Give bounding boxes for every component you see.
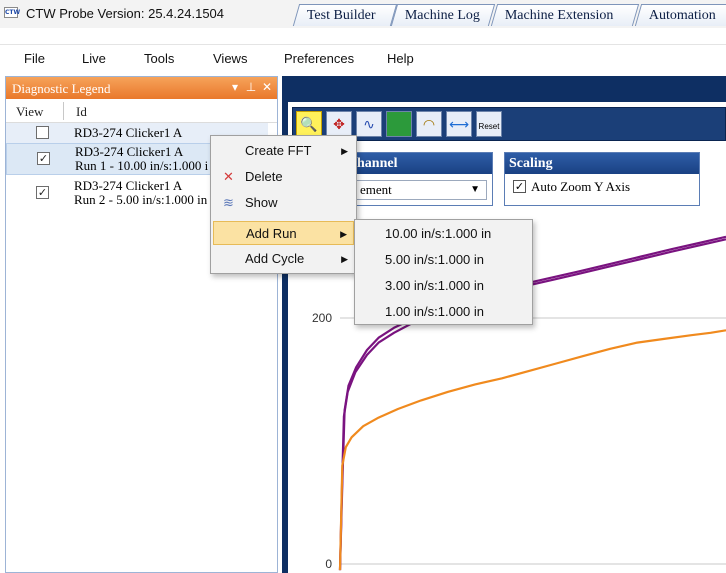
menu-item-add-cycle[interactable]: Add Cycle ▶: [213, 247, 354, 271]
fill-icon[interactable]: [386, 111, 412, 137]
waveform-icon[interactable]: ∿: [356, 111, 382, 137]
menu-bar: File Live Tools Views Preferences Help: [0, 44, 726, 70]
app-logo-icon: CTW: [4, 7, 21, 18]
menu-item-delete[interactable]: ✕ Delete: [213, 165, 354, 189]
zoom-icon[interactable]: 🔍: [296, 111, 322, 137]
menu-help[interactable]: Help: [387, 51, 414, 66]
menu-file[interactable]: File: [24, 51, 45, 66]
menu-tools[interactable]: Tools: [144, 51, 174, 66]
view-checkbox[interactable]: ✓: [36, 186, 49, 199]
protractor-icon[interactable]: ◠: [416, 111, 442, 137]
menu-preferences[interactable]: Preferences: [284, 51, 354, 66]
menu-views[interactable]: Views: [213, 51, 247, 66]
horizontal-arrows-icon[interactable]: ⟷: [446, 111, 472, 137]
scaling-group: Scaling ✓ Auto Zoom Y Axis: [504, 152, 700, 206]
tab-machine-extension[interactable]: Machine Extension: [490, 4, 640, 26]
pin-icon[interactable]: ⊥: [244, 78, 258, 96]
tab-test-builder[interactable]: Test Builder: [292, 4, 398, 26]
add-run-option-label: 10.00 in/s:1.000 in: [385, 226, 492, 241]
dropdown-icon[interactable]: ▾: [228, 78, 242, 96]
submenu-arrow-icon: ▶: [341, 146, 348, 156]
chevron-down-icon: ▼: [470, 184, 480, 195]
menu-item-show[interactable]: ≋ Show: [213, 191, 354, 215]
add-run-option[interactable]: 1.00 in/s:1.000 in: [357, 299, 530, 325]
legend-header: Diagnostic Legend ▾ ⊥ ✕: [6, 77, 277, 99]
auto-zoom-checkbox[interactable]: ✓: [513, 180, 526, 193]
window-title: CTW Probe Version: 25.4.24.1504: [26, 6, 225, 21]
menu-item-add-run[interactable]: Add Run ▶: [213, 221, 354, 245]
waveform-icon: ≋: [223, 195, 234, 210]
channel-select-value: ement: [360, 182, 392, 197]
tab-machine-log[interactable]: Machine Log: [390, 4, 496, 26]
menu-item-create-fft[interactable]: Create FFT ▶: [213, 139, 354, 163]
view-checkbox[interactable]: ✓: [37, 152, 50, 165]
auto-zoom-label: Auto Zoom Y Axis: [531, 179, 631, 194]
y-tick-label: 0: [325, 557, 332, 571]
view-checkbox[interactable]: [36, 126, 49, 139]
y-tick-label: 200: [312, 311, 332, 325]
column-separator[interactable]: [63, 102, 64, 120]
delete-x-icon: ✕: [223, 169, 234, 184]
column-view[interactable]: View: [16, 104, 43, 120]
column-id[interactable]: Id: [76, 104, 87, 120]
submenu-arrow-icon: ▶: [341, 254, 348, 264]
close-icon[interactable]: ✕: [260, 78, 274, 96]
legend-row-id-line1: RD3-274 Clicker1 A: [74, 178, 183, 193]
add-run-option-label: 5.00 in/s:1.000 in: [385, 252, 485, 267]
legend-row-id-line2: Run 1 - 10.00 in/s:1.000 i: [75, 158, 209, 173]
legend-column-headers: View Id: [6, 99, 277, 123]
series-line-3: [338, 329, 726, 571]
legend-title: Diagnostic Legend: [12, 81, 111, 96]
menu-live[interactable]: Live: [82, 51, 106, 66]
add-run-option-label: 3.00 in/s:1.000 in: [385, 278, 485, 293]
legend-row-id-line2: Run 2 - 5.00 in/s:1.000 in: [74, 192, 208, 207]
legend-row-id-line1: RD3-274 Clicker1 A: [74, 125, 183, 140]
add-run-option-label: 1.00 in/s:1.000 in: [385, 304, 485, 319]
add-run-option[interactable]: 3.00 in/s:1.000 in: [357, 273, 530, 299]
submenu-arrow-icon: ▶: [340, 229, 347, 239]
legend-row-id-line1: RD3-274 Clicker1 A: [75, 144, 184, 159]
add-run-option[interactable]: 10.00 in/s:1.000 in: [357, 221, 530, 247]
add-run-option[interactable]: 5.00 in/s:1.000 in: [357, 247, 530, 273]
reset-zoom-icon[interactable]: Reset: [476, 111, 502, 137]
tab-automation[interactable]: Automation: [634, 4, 726, 26]
scaling-title: Scaling: [505, 153, 699, 174]
chart-toolbar: 🔍 ✥ ∿ ◠ ⟷ Reset: [292, 107, 726, 141]
pan-icon[interactable]: ✥: [326, 111, 352, 137]
context-menu: Create FFT ▶ ✕ Delete ≋ Show Add Run ▶ Add…: [210, 135, 357, 274]
channel-select[interactable]: ement ▼: [355, 180, 487, 200]
add-run-submenu: 10.00 in/s:1.000 in 5.00 in/s:1.000 in 3…: [354, 219, 533, 325]
